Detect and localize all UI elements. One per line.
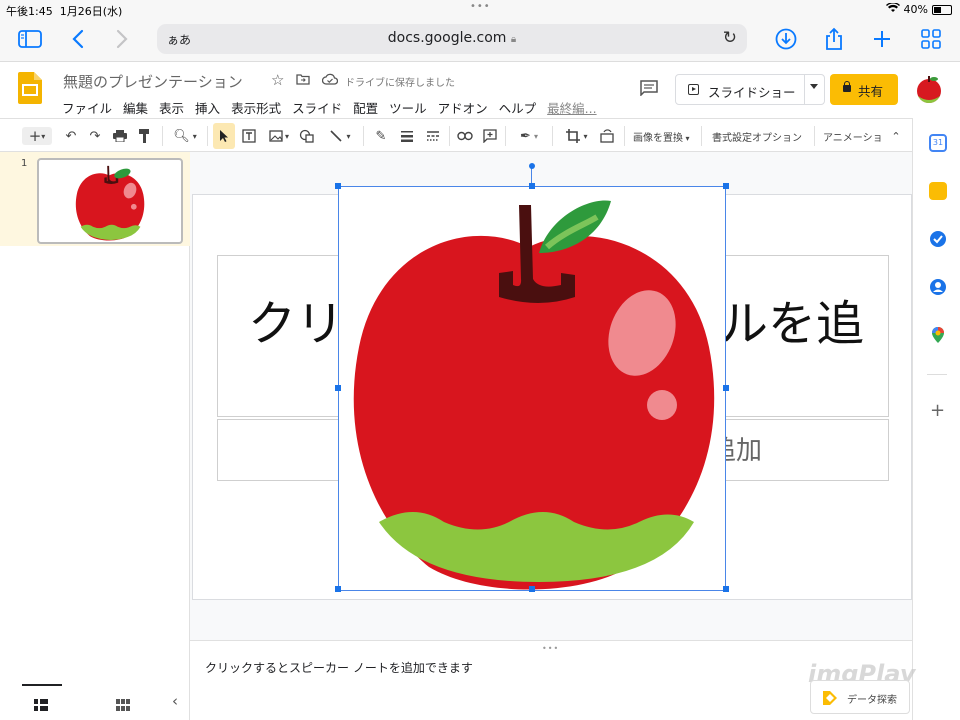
redo-icon[interactable]: ↷	[86, 127, 104, 145]
resize-handle-sw[interactable]	[335, 586, 341, 592]
slide-filmstrip: 1	[0, 152, 190, 686]
keep-icon[interactable]	[929, 182, 947, 200]
sidebar-icon[interactable]	[16, 26, 44, 52]
notes-divider[interactable]: •••	[190, 640, 912, 653]
pen-icon[interactable]: ✒ ▾	[512, 127, 546, 145]
new-tab-icon[interactable]	[868, 26, 896, 52]
menu-insert[interactable]: 挿入	[195, 98, 220, 117]
line-icon[interactable]: ▾	[324, 127, 356, 145]
menu-view[interactable]: 表示	[159, 98, 184, 117]
menu-arrange[interactable]: 配置	[353, 98, 378, 117]
multitask-dots[interactable]: •••	[470, 1, 491, 12]
app-header: 無題のプレゼンテーション ☆ ドライブに保存しました ファイル 編集 表示 挿入…	[0, 62, 960, 118]
save-status: ドライブに保存しました	[345, 78, 455, 89]
battery-percent: 40%	[903, 3, 928, 16]
new-slide-icon[interactable]: + ▾	[22, 127, 52, 145]
menu-tools[interactable]: ツール	[389, 98, 427, 117]
rotate-handle[interactable]	[529, 163, 535, 169]
slide-number: 1	[21, 158, 28, 169]
resize-handle-s[interactable]	[529, 586, 535, 592]
speaker-notes[interactable]: クリックするとスピーカー ノートを追加できます	[190, 652, 912, 720]
wifi-icon	[885, 2, 900, 16]
address-bar[interactable]: ぁあ docs.google.com 🔒︎ ↻	[157, 24, 747, 54]
animation-button[interactable]: アニメーショ	[823, 129, 883, 144]
select-cursor-icon	[215, 127, 233, 145]
slide-thumbnail[interactable]	[37, 158, 183, 244]
menu-format[interactable]: 表示形式	[231, 98, 281, 117]
crop-icon[interactable]: ▾	[560, 127, 594, 145]
star-icon[interactable]: ☆	[271, 71, 284, 89]
border-dash-icon[interactable]	[424, 127, 442, 145]
url-text: docs.google.com 🔒︎	[387, 30, 517, 46]
slideshow-dropdown-icon[interactable]	[810, 84, 818, 89]
grid-view-icon[interactable]	[116, 696, 130, 715]
explore-button[interactable]: データ探索	[810, 680, 910, 714]
notes-placeholder: クリックするとスピーカー ノートを追加できます	[205, 661, 473, 675]
last-edit-link[interactable]: 最終編...	[547, 98, 596, 117]
resize-handle-e[interactable]	[723, 385, 729, 391]
lock-icon: 🔒︎	[510, 34, 517, 45]
present-icon	[688, 84, 699, 95]
zoom-icon[interactable]: 🔍︎ ▾	[168, 127, 202, 145]
menu-edit[interactable]: 編集	[123, 98, 148, 117]
format-options-button[interactable]: 書式設定オプション	[712, 129, 802, 144]
view-switcher: ‹	[0, 684, 190, 720]
editing-toolbar: + ▾ ↶ ↷ 🔍︎ ▾ ▾ ▾ ✎ ✒ ▾ ▾ 画像を置換 ▾ 書式設定オプシ…	[0, 118, 912, 152]
resize-handle-se[interactable]	[723, 586, 729, 592]
resize-handle-w[interactable]	[335, 385, 341, 391]
undo-icon[interactable]: ↶	[62, 127, 80, 145]
menu-help[interactable]: ヘルプ	[499, 98, 537, 117]
back-icon[interactable]	[64, 26, 92, 52]
battery-icon	[932, 4, 952, 15]
calendar-icon[interactable]: 31	[929, 134, 947, 152]
add-comment-icon[interactable]	[481, 127, 499, 145]
share-icon[interactable]	[820, 26, 848, 52]
menu-bar: ファイル 編集 表示 挿入 表示形式 スライド 配置 ツール アドオン ヘルプ …	[62, 98, 597, 117]
explore-icon	[821, 689, 839, 710]
avatar[interactable]	[914, 74, 944, 104]
lock-icon	[843, 81, 851, 92]
contacts-icon[interactable]	[929, 278, 947, 296]
resize-handle-n[interactable]	[529, 183, 535, 189]
insert-image-icon[interactable]: ▾	[264, 127, 294, 145]
menu-file[interactable]: ファイル	[62, 98, 112, 117]
paint-format-icon[interactable]	[136, 127, 154, 145]
resize-handle-nw[interactable]	[335, 183, 341, 189]
comment-icon[interactable]	[640, 80, 658, 100]
menu-slide[interactable]: スライド	[292, 98, 342, 117]
add-addon-icon[interactable]: +	[930, 400, 945, 421]
reload-icon[interactable]: ↻	[723, 28, 737, 48]
download-icon[interactable]	[772, 26, 800, 52]
reset-image-icon[interactable]	[598, 127, 616, 145]
selected-image[interactable]	[335, 163, 729, 592]
menu-addons[interactable]: アドオン	[438, 98, 488, 117]
status-time: 午後1:45 1月26日(水)	[6, 5, 123, 18]
shape-icon[interactable]	[298, 127, 316, 145]
collapse-filmstrip-icon[interactable]: ‹	[172, 692, 178, 710]
replace-image-button[interactable]: 画像を置換 ▾	[633, 129, 690, 144]
slideshow-button[interactable]: スライドショー	[675, 74, 825, 105]
move-folder-icon[interactable]	[296, 73, 310, 89]
print-icon[interactable]	[110, 127, 130, 145]
forward-icon[interactable]	[108, 26, 136, 52]
border-color-icon[interactable]: ✎	[372, 127, 390, 145]
cloud-saved-icon[interactable]	[321, 73, 339, 89]
apple-image	[339, 187, 725, 590]
browser-toolbar: ぁあ docs.google.com 🔒︎ ↻	[0, 18, 960, 62]
list-view-icon[interactable]	[34, 696, 48, 715]
tabs-icon[interactable]	[917, 26, 945, 52]
share-button[interactable]: 共有	[830, 74, 898, 105]
resize-handle-ne[interactable]	[723, 183, 729, 189]
collapse-toolbar-icon[interactable]: ⌃	[888, 127, 904, 145]
link-icon[interactable]	[456, 127, 474, 145]
tasks-icon[interactable]	[929, 230, 947, 248]
border-weight-icon[interactable]	[398, 127, 416, 145]
status-bar: 午後1:45 1月26日(水) ••• 40%	[0, 0, 960, 18]
maps-icon[interactable]	[929, 326, 947, 344]
document-title[interactable]: 無題のプレゼンテーション	[63, 71, 243, 92]
side-panel: 31 +	[912, 118, 960, 720]
slides-logo-icon[interactable]	[18, 72, 42, 104]
text-box-icon[interactable]	[240, 127, 258, 145]
